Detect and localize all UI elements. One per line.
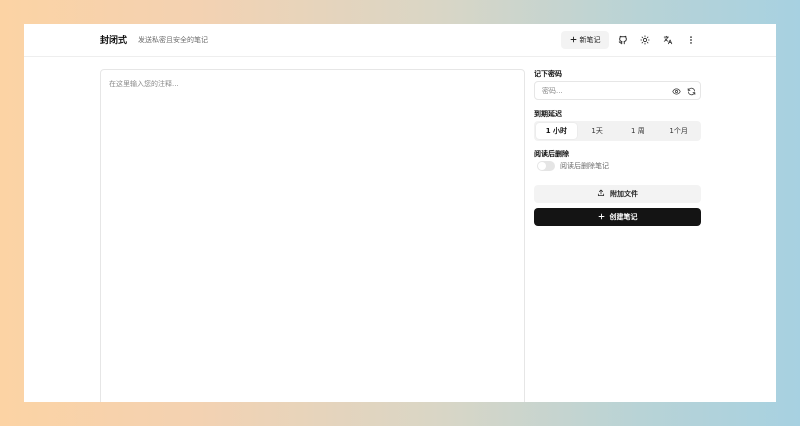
github-button[interactable]: [615, 32, 631, 48]
translate-icon: [663, 35, 673, 45]
new-note-button[interactable]: 新笔记: [561, 31, 609, 49]
password-placeholder: 密码...: [542, 87, 563, 95]
theme-toggle-button[interactable]: [637, 32, 653, 48]
delete-after-read-row: 阅读后删除笔记: [537, 161, 609, 171]
delete-after-read-label: 阅读后删除: [534, 150, 569, 158]
github-icon: [618, 35, 628, 45]
create-note-button[interactable]: 创建笔记: [534, 208, 701, 226]
refresh-icon[interactable]: [685, 85, 697, 97]
expiry-option-1-week[interactable]: 1 周: [618, 123, 659, 139]
language-button[interactable]: [660, 32, 676, 48]
note-editor-placeholder: 在这里输入您的注释...: [109, 80, 179, 88]
expiry-option-1-hour[interactable]: 1 小时: [536, 123, 577, 139]
delete-after-read-toggle[interactable]: [537, 161, 555, 171]
plus-icon: [598, 213, 605, 222]
new-note-label: 新笔记: [579, 36, 601, 44]
expiry-label: 到期延迟: [534, 110, 562, 118]
app-tagline: 发送私密且安全的笔记: [138, 36, 208, 44]
create-note-label: 创建笔记: [609, 213, 638, 221]
header: 封闭式 发送私密且安全的笔记 新笔记: [24, 24, 776, 57]
eye-icon[interactable]: [670, 85, 682, 97]
sun-icon: [640, 35, 650, 45]
expiry-option-1-day[interactable]: 1天: [577, 123, 618, 139]
attach-file-button[interactable]: 附加文件: [534, 185, 701, 203]
note-editor[interactable]: 在这里输入您的注释...: [100, 69, 525, 402]
more-vertical-icon: [686, 35, 696, 45]
attach-file-label: 附加文件: [610, 190, 638, 198]
toggle-knob: [538, 162, 546, 170]
expiry-selector: 1 小时 1天 1 周 1个月: [534, 121, 701, 141]
app-window: 封闭式 发送私密且安全的笔记 新笔记 在这里输入您的注释... 记下密码 密码.…: [24, 24, 776, 402]
expiry-option-1-month[interactable]: 1个月: [658, 123, 699, 139]
more-options-button[interactable]: [683, 32, 699, 48]
password-label: 记下密码: [534, 70, 562, 78]
delete-after-read-text: 阅读后删除笔记: [560, 162, 609, 170]
upload-icon: [597, 189, 605, 199]
password-input[interactable]: 密码...: [534, 81, 701, 100]
plus-icon: [570, 36, 577, 45]
app-brand[interactable]: 封闭式: [100, 33, 127, 46]
